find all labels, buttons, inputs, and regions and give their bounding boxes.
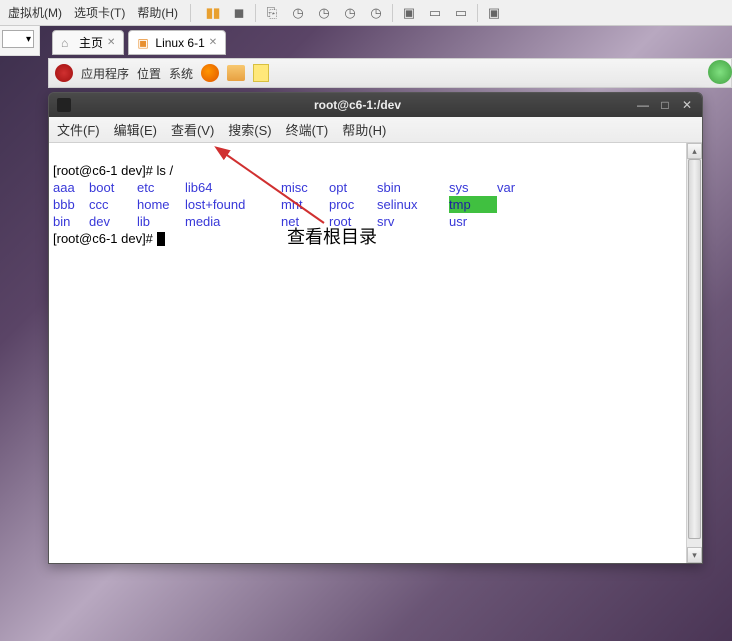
terminal-scrollbar[interactable]: ▴ ▾ — [686, 143, 702, 563]
firefox-icon[interactable] — [201, 64, 219, 82]
dir-item: usr — [449, 213, 497, 230]
tab-linux[interactable]: ▣ Linux 6-1 ✕ — [128, 30, 226, 55]
dir-item: var — [497, 179, 515, 196]
dir-item: opt — [329, 179, 377, 196]
scroll-down-icon[interactable]: ▾ — [687, 547, 702, 563]
vm-toolbar: ▮▮ ◼ ⎘ ◷ ◷ ◷ ◷ ▣ ▭ ▭ ▣ — [203, 3, 504, 23]
view3-icon[interactable]: ▭ — [451, 3, 471, 23]
view2-icon[interactable]: ▭ — [425, 3, 445, 23]
dir-item: etc — [137, 179, 185, 196]
prompt: [root@c6-1 dev]# — [53, 163, 157, 178]
terminal-body[interactable]: [root@c6-1 dev]# ls / aaabbbbinbootcccde… — [49, 143, 702, 563]
dir-item: home — [137, 196, 185, 213]
clock-icon[interactable]: ◷ — [288, 3, 308, 23]
dir-item: mnt — [281, 196, 329, 213]
dir-item: ccc — [89, 196, 137, 213]
dir-item: aaa — [53, 179, 89, 196]
clock3-icon[interactable]: ◷ — [340, 3, 360, 23]
clock2-icon[interactable]: ◷ — [314, 3, 334, 23]
vm-menu-machine[interactable]: 虚拟机(M) — [8, 4, 62, 21]
scroll-thumb[interactable] — [688, 159, 701, 539]
ls-output: aaabbbbinbootcccdevetchomeliblib64lost+f… — [53, 179, 698, 230]
terminal-menubar: 文件(F) 编辑(E) 查看(V) 搜索(S) 终端(T) 帮助(H) — [49, 117, 702, 143]
terminal-titlebar[interactable]: root@c6-1:/dev — □ ✕ — [49, 93, 702, 117]
vm-icon: ▣ — [137, 36, 151, 50]
dir-item: boot — [89, 179, 137, 196]
view1-icon[interactable]: ▣ — [399, 3, 419, 23]
divider — [255, 4, 256, 22]
dir-item-tmp: tmp — [449, 196, 497, 213]
dir-item: sbin — [377, 179, 449, 196]
close-icon[interactable]: ✕ — [680, 98, 694, 112]
annotation-text: 查看根目录 — [287, 229, 377, 246]
gnome-system[interactable]: 系统 — [169, 65, 193, 82]
snapshot-icon[interactable]: ⎘ — [262, 3, 282, 23]
dir-item: bin — [53, 213, 89, 230]
dir-item: srv — [377, 213, 449, 230]
home-icon: ⌂ — [61, 36, 75, 50]
pause-icon[interactable]: ▮▮ — [203, 3, 223, 23]
gnome-places[interactable]: 位置 — [137, 65, 161, 82]
terminal-icon — [57, 98, 71, 112]
scroll-up-icon[interactable]: ▴ — [687, 143, 702, 159]
terminal-title: root@c6-1:/dev — [79, 98, 636, 112]
notes-icon[interactable] — [253, 64, 269, 82]
maximize-icon[interactable]: □ — [658, 98, 672, 112]
dir-item: lib — [137, 213, 185, 230]
divider — [392, 4, 393, 22]
sidebar-dropdown[interactable]: ▾ — [2, 30, 34, 48]
dir-item: sys — [449, 179, 497, 196]
command: ls / — [157, 163, 174, 178]
terminal-window: root@c6-1:/dev — □ ✕ 文件(F) 编辑(E) 查看(V) 搜… — [48, 92, 703, 564]
gnome-panel: 应用程序 位置 系统 — [48, 58, 732, 88]
cursor — [157, 232, 165, 246]
gnome-applications[interactable]: 应用程序 — [81, 65, 129, 82]
divider — [477, 4, 478, 22]
minimize-icon[interactable]: — — [636, 98, 650, 112]
dir-item: dev — [89, 213, 137, 230]
dir-item: media — [185, 213, 281, 230]
prompt: [root@c6-1 dev]# — [53, 231, 157, 246]
tab-close-icon[interactable]: ✕ — [107, 37, 115, 48]
fullscreen-icon[interactable]: ▣ — [484, 3, 504, 23]
term-menu-help[interactable]: 帮助(H) — [342, 120, 386, 139]
terminal-output: [root@c6-1 dev]# ls / aaabbbbinbootcccde… — [49, 143, 702, 266]
dir-item: lost+found — [185, 196, 281, 213]
dir-item: lib64 — [185, 179, 281, 196]
vm-menubar: 虚拟机(M) 选项卡(T) 帮助(H) ▮▮ ◼ ⎘ ◷ ◷ ◷ ◷ ▣ ▭ ▭… — [0, 0, 732, 26]
term-menu-search[interactable]: 搜索(S) — [228, 120, 271, 139]
window-controls: — □ ✕ — [636, 98, 694, 112]
workspace-tabs: ⌂ 主页 ✕ ▣ Linux 6-1 ✕ — [52, 30, 226, 55]
dir-item: proc — [329, 196, 377, 213]
dir-item: bbb — [53, 196, 89, 213]
files-icon[interactable] — [227, 65, 245, 81]
term-menu-edit[interactable]: 编辑(E) — [114, 120, 157, 139]
vm-menu-help[interactable]: 帮助(H) — [137, 4, 178, 21]
stop-icon[interactable]: ◼ — [229, 3, 249, 23]
tab-close-icon[interactable]: ✕ — [209, 37, 217, 48]
clock4-icon[interactable]: ◷ — [366, 3, 386, 23]
divider — [190, 4, 191, 22]
term-menu-view[interactable]: 查看(V) — [171, 120, 214, 139]
tab-home-label: 主页 — [79, 34, 103, 51]
activity-icon[interactable] — [708, 60, 732, 84]
redhat-icon[interactable] — [55, 64, 73, 82]
term-menu-file[interactable]: 文件(F) — [57, 120, 100, 139]
tab-home[interactable]: ⌂ 主页 ✕ — [52, 30, 124, 55]
term-menu-terminal[interactable]: 终端(T) — [286, 120, 329, 139]
vm-menu-tabs[interactable]: 选项卡(T) — [74, 4, 125, 21]
dir-item: misc — [281, 179, 329, 196]
dir-item: selinux — [377, 196, 449, 213]
tab-linux-label: Linux 6-1 — [155, 36, 204, 50]
